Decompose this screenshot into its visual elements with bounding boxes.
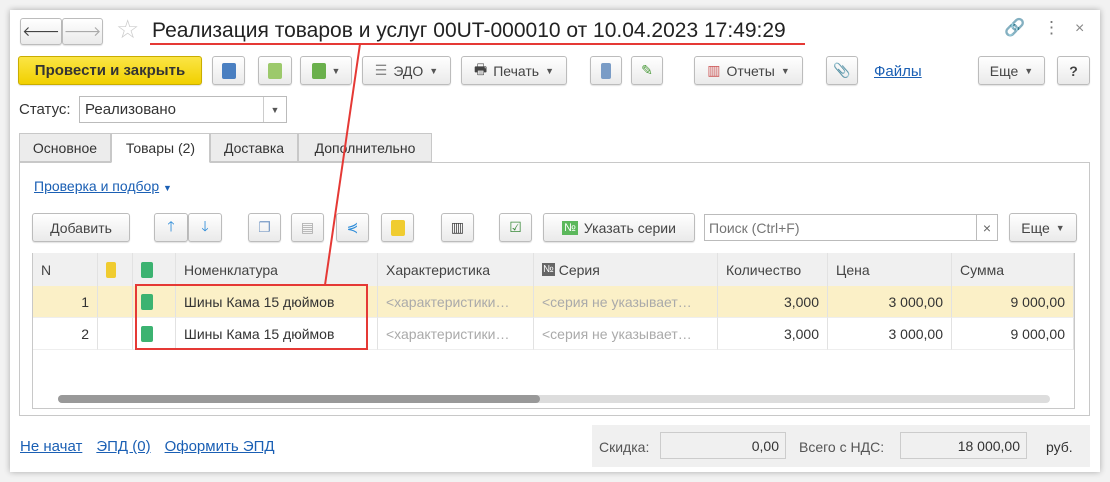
annotation-overlay xyxy=(135,43,805,350)
annotation-pointer xyxy=(324,43,361,286)
annotation-box xyxy=(135,284,368,350)
